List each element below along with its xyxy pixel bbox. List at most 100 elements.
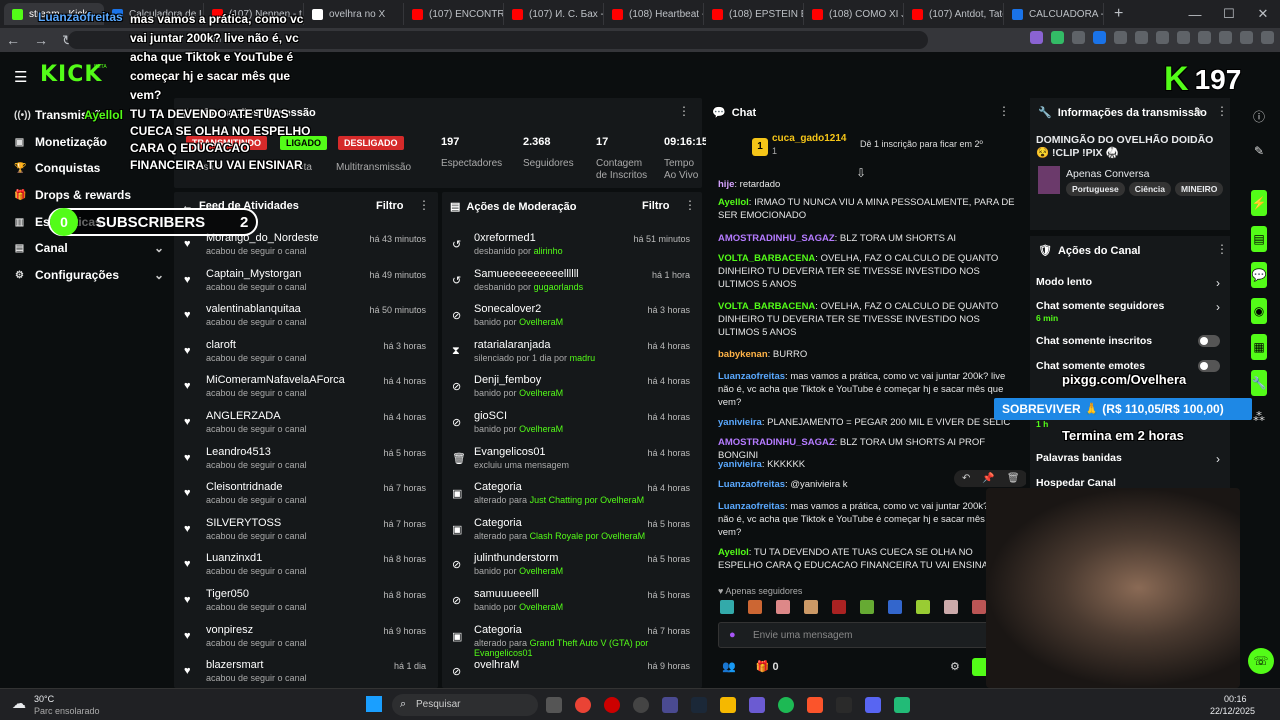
chat-message[interactable]: AMOSTRADINHU_SAGAZ: BLZ TORA UM SHORTS A… bbox=[718, 232, 1016, 245]
new-tab-button[interactable]: + bbox=[1104, 5, 1133, 23]
chrome-icon[interactable] bbox=[575, 697, 591, 713]
feed-row[interactable]: ♥ Luanzinxd1 acabou de seguir o canal há 8 … bbox=[174, 550, 438, 586]
moderation-by[interactable]: OvelheraM bbox=[519, 424, 563, 434]
back-icon[interactable]: ← bbox=[6, 32, 20, 48]
moderation-by[interactable]: OvelheraM bbox=[519, 566, 563, 576]
feed-filter-button[interactable]: Filtro bbox=[376, 200, 404, 212]
feed-username[interactable]: valentinablanquitaa bbox=[206, 303, 301, 315]
toggle-switch[interactable] bbox=[1198, 360, 1220, 372]
moderation-target[interactable]: ratarialaranjada bbox=[474, 339, 550, 351]
gift-icon[interactable]: 🎁 0 bbox=[756, 660, 779, 673]
channel-option[interactable]: Modo lento › bbox=[1030, 276, 1230, 300]
close-icon[interactable]: ✕ bbox=[1246, 6, 1280, 22]
moderation-row[interactable]: ↺ 0xreformed1 desbanido por alirinho há 51 … bbox=[442, 230, 702, 266]
moderation-by[interactable]: madru bbox=[570, 353, 596, 363]
feed-row[interactable]: ♥ valentinablanquitaa acabou de seguir o c… bbox=[174, 301, 438, 337]
moderation-filter-button[interactable]: Filtro bbox=[642, 200, 670, 212]
chat-username[interactable]: AMOSTRADINHU_SAGAZ bbox=[718, 437, 835, 448]
chat-username[interactable]: AMOSTRADINHU_SAGAZ bbox=[718, 233, 835, 244]
rail-shortcut-icon[interactable]: ◉ bbox=[1251, 298, 1267, 324]
chat-username[interactable]: Luanzaofreitas bbox=[718, 501, 785, 512]
browser-tab[interactable]: (107) И. С. Бах - То bbox=[504, 3, 604, 25]
chat-message[interactable]: VOLTA_BARBACENA: OVELHA, FAZ O CALCULO D… bbox=[718, 252, 1016, 291]
moderation-by[interactable]: alirinho bbox=[534, 246, 563, 256]
feed-username[interactable]: MiComeramNafavelaAForca bbox=[206, 374, 345, 386]
app-icon[interactable] bbox=[662, 697, 678, 713]
extension-icon[interactable] bbox=[1240, 31, 1253, 44]
moderation-row[interactable]: ⊘ julinthunderstorm banido por OvelheraM há… bbox=[442, 550, 702, 586]
chat-username[interactable]: Ayellol bbox=[718, 197, 749, 208]
maximize-icon[interactable]: ☐ bbox=[1212, 6, 1246, 22]
chat-username[interactable]: VOLTA_BARBACENA bbox=[718, 301, 815, 312]
opera-icon[interactable] bbox=[604, 697, 620, 713]
emote-icon[interactable] bbox=[776, 600, 790, 614]
feed-username[interactable]: Luanzinxd1 bbox=[206, 552, 262, 564]
rail-shortcut-icon[interactable]: ▦ bbox=[1251, 334, 1267, 360]
moderation-menu-icon[interactable]: ⋮ bbox=[684, 198, 696, 212]
chat-username[interactable]: yanivieira bbox=[718, 459, 762, 470]
extension-icon[interactable] bbox=[1135, 31, 1148, 44]
moderation-row[interactable]: ▣ Categoria alterado para Clash Royale por… bbox=[442, 515, 702, 551]
moderation-by[interactable]: OvelheraM bbox=[519, 317, 563, 327]
top-gifter-name[interactable]: cuca_gado1214 bbox=[772, 133, 847, 144]
chat-username[interactable]: Ayellol bbox=[718, 547, 749, 558]
chat-message[interactable]: babykenan: BURRO bbox=[718, 348, 1016, 361]
chat-message[interactable]: yanivieira: PLANEJAMENTO = PEGAR 200 MIL… bbox=[718, 416, 1016, 429]
channel-option[interactable]: Palavras banidas › bbox=[1030, 452, 1230, 476]
moderation-target[interactable]: Denji_femboy bbox=[474, 374, 541, 386]
brave-icon[interactable] bbox=[807, 697, 823, 713]
moderation-target[interactable]: Categoria bbox=[474, 481, 522, 493]
pin-icon[interactable]: 📌 bbox=[982, 473, 994, 484]
moderation-row[interactable]: ↺ Samueeeeeeeeeellllll desbanido por gugao… bbox=[442, 266, 702, 302]
moderation-target[interactable]: gioSCI bbox=[474, 410, 507, 422]
browser-tab[interactable]: (107) ENCONTREI A bbox=[404, 3, 504, 25]
chat-username[interactable]: VOLTA_BARBACENA bbox=[718, 253, 815, 264]
extension-icon[interactable] bbox=[1030, 31, 1043, 44]
chat-username[interactable]: hije bbox=[718, 179, 734, 190]
rail-shortcut-icon[interactable]: 🔧 bbox=[1251, 370, 1267, 396]
session-menu-icon[interactable]: ⋮ bbox=[678, 104, 690, 118]
reply-icon[interactable]: ↶ bbox=[962, 473, 970, 484]
sidebar-item-dropsrewards[interactable]: 🎁 Drops & rewards bbox=[14, 188, 164, 202]
moderation-row[interactable]: ⊘ Denji_femboy banido por OvelheraM há 4 ho… bbox=[442, 372, 702, 408]
rail-shortcut-icon[interactable]: 💬 bbox=[1251, 262, 1267, 288]
app-icon[interactable] bbox=[836, 697, 852, 713]
extension-icon[interactable] bbox=[1198, 31, 1211, 44]
extension-icon[interactable] bbox=[1261, 31, 1274, 44]
obs-icon[interactable] bbox=[633, 697, 649, 713]
moderation-row[interactable]: ▣ Categoria alterado para Grand Theft Auto… bbox=[442, 622, 702, 658]
feed-username[interactable]: Captain_Mystorgan bbox=[206, 268, 301, 280]
feed-username[interactable]: blazersmart bbox=[206, 659, 263, 671]
emote-icon[interactable] bbox=[972, 600, 986, 614]
stream-tag[interactable]: Ciência bbox=[1128, 182, 1172, 196]
chat-message[interactable]: hije: retardado bbox=[718, 178, 1016, 191]
moderation-target[interactable]: julinthunderstorm bbox=[474, 552, 558, 564]
calculator-icon[interactable] bbox=[894, 697, 910, 713]
chat-input[interactable]: ● Envie uma mensagem bbox=[718, 622, 1016, 648]
emote-icon[interactable] bbox=[832, 600, 846, 614]
chat-username[interactable]: Luanzaofreitas bbox=[718, 371, 785, 382]
extension-icon[interactable] bbox=[1177, 31, 1190, 44]
info-icon[interactable]: ⓘ bbox=[1251, 108, 1267, 124]
rail-shortcut-icon[interactable]: ⚡ bbox=[1251, 190, 1267, 216]
browser-tab[interactable]: (108) COMO XI JIN bbox=[804, 3, 904, 25]
moderation-row[interactable]: ⊘ gioSCI banido por OvelheraM há 4 horas bbox=[442, 408, 702, 444]
extension-icon[interactable] bbox=[1072, 31, 1085, 44]
moderation-row[interactable]: ⧗ ratarialaranjada silenciado por 1 dia po… bbox=[442, 337, 702, 373]
spotify-icon[interactable] bbox=[778, 697, 794, 713]
sidebar-item-configuraes[interactable]: ⚙ Configurações ⌄ bbox=[14, 268, 164, 282]
emote-icon[interactable] bbox=[748, 600, 762, 614]
emote-icon[interactable] bbox=[804, 600, 818, 614]
feed-row[interactable]: ♥ Captain_Mystorgan acabou de seguir o can… bbox=[174, 266, 438, 302]
moderation-target[interactable]: ovelhraM bbox=[474, 659, 519, 671]
sidebar-item-canal[interactable]: ▤ Canal ⌄ bbox=[14, 241, 164, 255]
minimize-icon[interactable]: — bbox=[1178, 7, 1212, 22]
channel-option[interactable]: Chat somente inscritos bbox=[1030, 335, 1230, 359]
moderation-target[interactable]: Categoria bbox=[474, 517, 522, 529]
feed-username[interactable]: Cleisontridnade bbox=[206, 481, 282, 493]
moderation-target[interactable]: samuuueeelll bbox=[474, 588, 539, 600]
feed-username[interactable]: Tiger050 bbox=[206, 588, 249, 600]
support-button[interactable]: ☏ bbox=[1248, 648, 1274, 674]
chat-message[interactable]: Luanzaofreitas: mas vamos a prática, com… bbox=[718, 370, 1016, 409]
feed-row[interactable]: ♥ MiComeramNafavelaAForca acabou de seguir… bbox=[174, 372, 438, 408]
